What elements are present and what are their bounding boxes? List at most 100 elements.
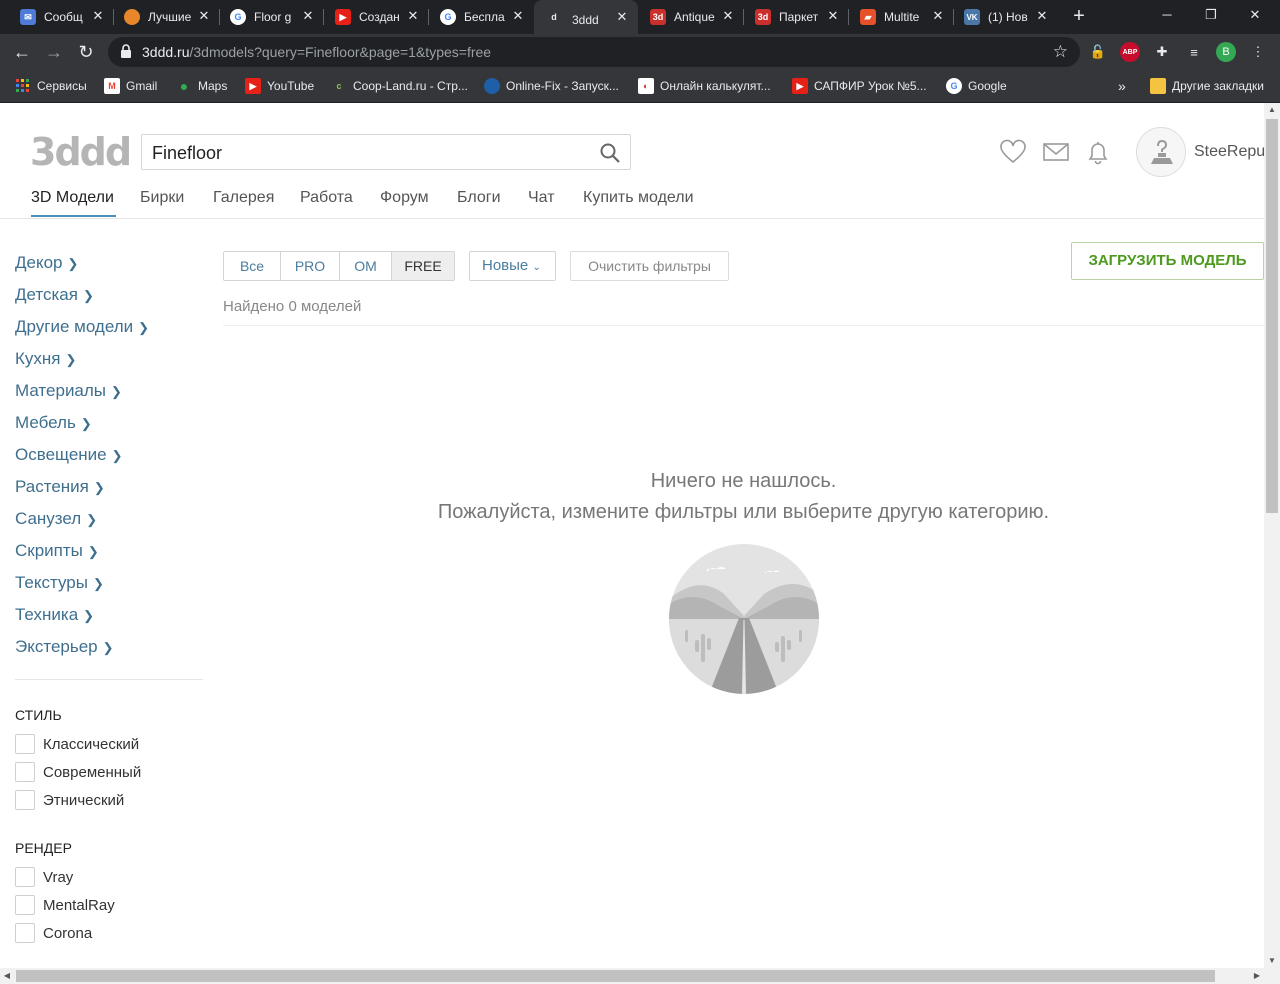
new-tab-button[interactable]: + (1068, 6, 1090, 28)
nav-tags[interactable]: Бирки (140, 189, 184, 207)
category-lighting[interactable]: Освещение ❯ (15, 445, 123, 465)
category-exterior[interactable]: Экстерьер ❯ (15, 637, 114, 657)
category-plants[interactable]: Растения ❯ (15, 477, 105, 497)
category-furniture[interactable]: Мебель ❯ (15, 413, 92, 433)
scroll-down-arrow-icon[interactable]: ▼ (1264, 954, 1280, 968)
reload-button[interactable]: ↻ (74, 40, 98, 64)
category-other[interactable]: Другие модели ❯ (15, 317, 149, 337)
close-icon[interactable]: ✕ (825, 8, 841, 24)
category-bathroom[interactable]: Санузел ❯ (15, 509, 97, 529)
style-modern-checkbox[interactable]: Современный (15, 762, 141, 782)
extension-lock-icon[interactable]: 🔓 (1088, 42, 1108, 62)
tab-messages[interactable]: ✉ Сообщ ✕ (20, 6, 106, 28)
tab-3ddd-active[interactable]: d 3ddd ✕ (534, 0, 638, 34)
style-ethnic-checkbox[interactable]: Этнический (15, 790, 124, 810)
nav-blogs[interactable]: Блоги (457, 189, 501, 207)
close-icon[interactable]: ✕ (405, 8, 421, 24)
bookmark-google[interactable]: G Google (946, 76, 1007, 96)
checkbox[interactable] (15, 790, 35, 810)
nav-work[interactable]: Работа (300, 189, 353, 207)
bookmark-sapfir[interactable]: ▶ САПФИР Урок №5... (792, 76, 927, 96)
close-window-button[interactable]: ✕ (1240, 4, 1270, 26)
search-box[interactable]: Finefloor (141, 134, 631, 170)
user-avatar[interactable] (1136, 127, 1186, 177)
tab-multitex[interactable]: ▰ Multite ✕ (860, 6, 946, 28)
tab-floor-google[interactable]: G Floor g ✕ (230, 6, 316, 28)
close-icon[interactable]: ✕ (300, 8, 316, 24)
render-vray-checkbox[interactable]: Vray (15, 867, 73, 887)
restore-button[interactable]: ❐ (1196, 4, 1226, 26)
nav-gallery[interactable]: Галерея (213, 189, 274, 207)
horizontal-scrollbar[interactable]: ◀ ▶ (0, 968, 1280, 984)
vertical-scroll-thumb[interactable] (1266, 119, 1278, 513)
clear-filters-button[interactable]: Очистить фильтры (570, 251, 729, 281)
sort-dropdown[interactable]: Новые ⌄ (469, 251, 556, 281)
site-logo[interactable]: 3ddd (30, 133, 132, 171)
bookmark-other-folder[interactable]: Другие закладки (1150, 76, 1264, 96)
style-classic-checkbox[interactable]: Классический (15, 734, 139, 754)
nav-chat[interactable]: Чат (528, 189, 555, 207)
checkbox[interactable] (15, 923, 35, 943)
bookmarks-overflow-icon[interactable]: » (1118, 76, 1126, 96)
category-decor[interactable]: Декор ❯ (15, 253, 78, 273)
adblock-icon[interactable]: ABP (1120, 42, 1140, 62)
favorites-heart-icon[interactable] (999, 139, 1027, 165)
checkbox[interactable] (15, 762, 35, 782)
close-icon[interactable]: ✕ (720, 8, 736, 24)
category-materials[interactable]: Материалы ❯ (15, 381, 122, 401)
notifications-bell-icon[interactable] (1084, 139, 1112, 165)
bookmark-calculator[interactable]: ◐ Онлайн калькулят... (638, 76, 771, 96)
tab-youtube-create[interactable]: ▶ Создан ✕ (335, 6, 421, 28)
close-icon[interactable]: ✕ (1034, 8, 1050, 24)
bookmark-maps[interactable]: ● Maps (176, 76, 228, 96)
tab-best[interactable]: Лучшие ✕ (124, 6, 212, 28)
nav-buy-models[interactable]: Купить модели (583, 189, 694, 207)
menu-kebab-icon[interactable]: ⋮ (1248, 42, 1268, 62)
bookmark-star-icon[interactable]: ☆ (1053, 42, 1068, 62)
forward-button[interactable]: → (42, 40, 66, 64)
close-icon[interactable]: ✕ (90, 8, 106, 24)
close-icon[interactable]: ✕ (196, 8, 212, 24)
checkbox[interactable] (15, 895, 35, 915)
tab-antique[interactable]: 3d Antique ✕ (650, 6, 736, 28)
address-bar[interactable]: 3ddd.ru/3dmodels?query=Finefloor&page=1&… (108, 37, 1080, 67)
bookmark-coop-land[interactable]: c Coop-Land.ru - Стр... (331, 76, 467, 96)
scroll-right-arrow-icon[interactable]: ▶ (1250, 968, 1264, 984)
category-scripts[interactable]: Скрипты ❯ (15, 541, 99, 561)
checkbox[interactable] (15, 867, 35, 887)
type-all-tab[interactable]: Все (224, 252, 281, 280)
tab-vk[interactable]: VK (1) Нов ✕ (964, 6, 1050, 28)
render-mentalray-checkbox[interactable]: MentalRay (15, 895, 115, 915)
close-icon[interactable]: ✕ (510, 8, 526, 24)
username[interactable]: SteeRepub (1194, 143, 1264, 161)
back-button[interactable]: ← (10, 40, 34, 64)
bookmark-youtube[interactable]: ▶ YouTube (245, 76, 314, 96)
scroll-left-arrow-icon[interactable]: ◀ (0, 968, 14, 984)
vertical-scrollbar[interactable]: ▲ ▼ (1264, 103, 1280, 968)
type-free-tab[interactable]: FREE (392, 252, 454, 280)
nav-3d-models[interactable]: 3D Модели (31, 189, 114, 207)
minimize-button[interactable]: ─ (1152, 4, 1182, 26)
type-pro-tab[interactable]: PRO (281, 252, 340, 280)
render-corona-checkbox[interactable]: Corona (15, 923, 92, 943)
scroll-up-arrow-icon[interactable]: ▲ (1264, 103, 1280, 117)
category-kids[interactable]: Детская ❯ (15, 285, 94, 305)
horizontal-scroll-thumb[interactable] (16, 970, 1215, 982)
tab-parquet[interactable]: 3d Паркет ✕ (755, 6, 841, 28)
messages-envelope-icon[interactable] (1042, 139, 1070, 165)
category-kitchen[interactable]: Кухня ❯ (15, 349, 76, 369)
search-icon[interactable] (598, 141, 622, 165)
upload-model-button[interactable]: ЗАГРУЗИТЬ МОДЕЛЬ (1071, 242, 1264, 280)
media-control-icon[interactable]: ≡ (1184, 42, 1204, 62)
close-icon[interactable]: ✕ (930, 8, 946, 24)
bookmark-gmail[interactable]: M Gmail (104, 76, 157, 96)
category-technics[interactable]: Техника ❯ (15, 605, 94, 625)
checkbox[interactable] (15, 734, 35, 754)
bookmark-services[interactable]: Сервисы (15, 76, 87, 96)
bookmark-online-fix[interactable]: Online-Fix - Запуск... (484, 76, 619, 96)
category-textures[interactable]: Текстуры ❯ (15, 573, 104, 593)
close-icon[interactable]: ✕ (614, 9, 630, 25)
type-om-tab[interactable]: OM (340, 252, 392, 280)
nav-forum[interactable]: Форум (380, 189, 429, 207)
profile-avatar[interactable]: B (1216, 42, 1236, 62)
